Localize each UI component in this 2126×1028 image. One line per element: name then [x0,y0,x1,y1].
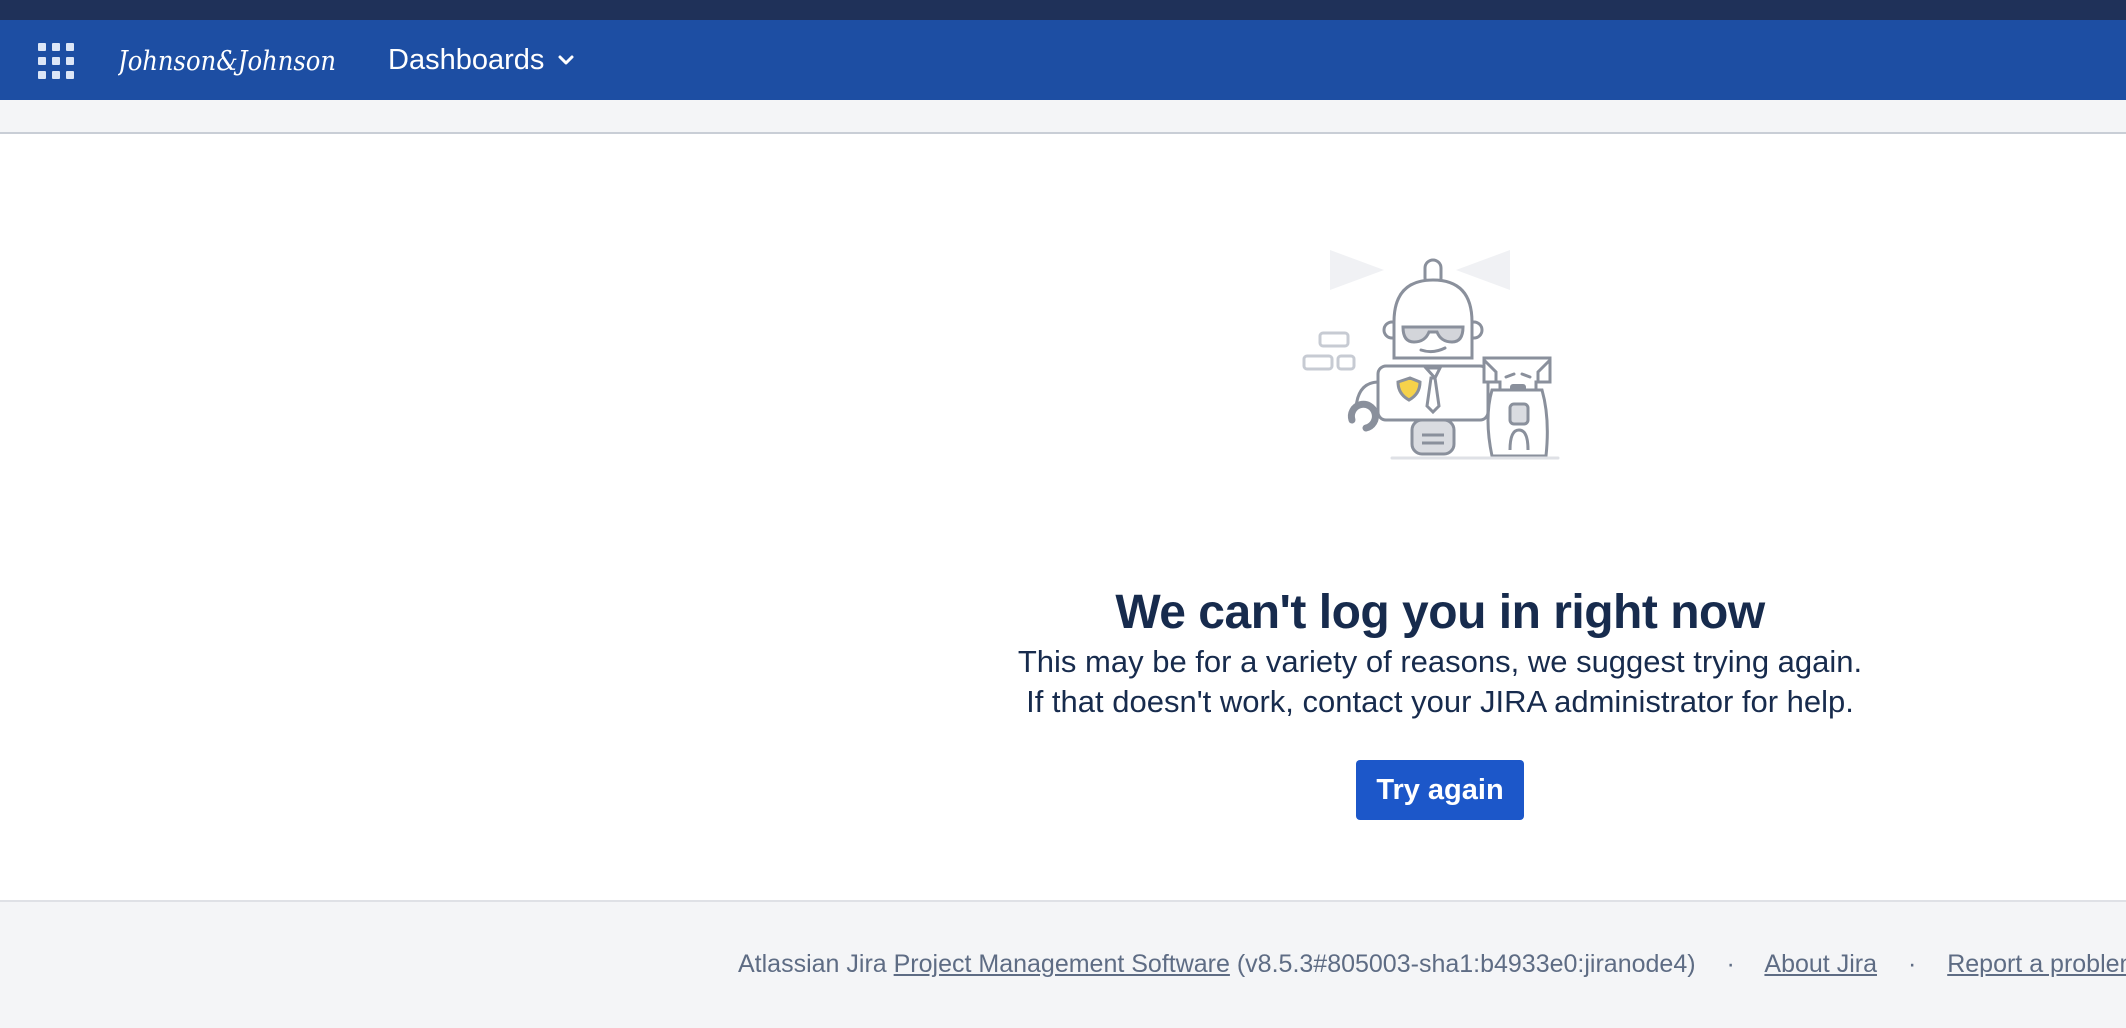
top-navigation-bar: Johnson&Johnson Dashboards [0,20,2126,100]
error-message-line-2: If that doesn't work, contact your JIRA … [1026,684,1854,719]
robot-and-dog-illustration [1302,250,1560,460]
app-grid-icon[interactable] [38,43,74,79]
footer-links: Atlassian Jira Project Management Softwa… [738,950,2126,979]
try-again-button[interactable]: Try again [1356,760,1524,820]
browser-top-strip [0,0,2126,20]
footer-product-name: Atlassian Jira [738,950,887,978]
dashboards-menu-button[interactable]: Dashboards [388,42,576,78]
dashboards-label: Dashboards [388,43,545,76]
sub-header-bar [0,100,2126,134]
chevron-down-icon [558,55,574,65]
footer-separator: · [1907,950,1917,978]
about-jira-link[interactable]: About Jira [1764,950,1877,978]
error-message-line-1: This may be for a variety of reasons, we… [1017,644,1863,679]
svg-text:Johnson&Johnson: Johnson&Johnson [118,46,336,77]
page-footer: Atlassian Jira Project Management Softwa… [0,900,2126,1028]
footer-version: (v8.5.3#805003-sha1:b4933e0:jiranode4) [1236,950,1696,978]
error-heading: We can't log you in right now [1115,586,1765,640]
main-content [0,134,2126,900]
footer-separator: · [1726,950,1735,978]
project-management-software-link[interactable]: Project Management Software [894,950,1230,978]
johnson-and-johnson-logo[interactable]: Johnson&Johnson [118,34,340,84]
error-message: This may be for a variety of reasons, we… [840,642,2040,722]
report-a-problem-link[interactable]: Report a problem [1947,950,2126,978]
